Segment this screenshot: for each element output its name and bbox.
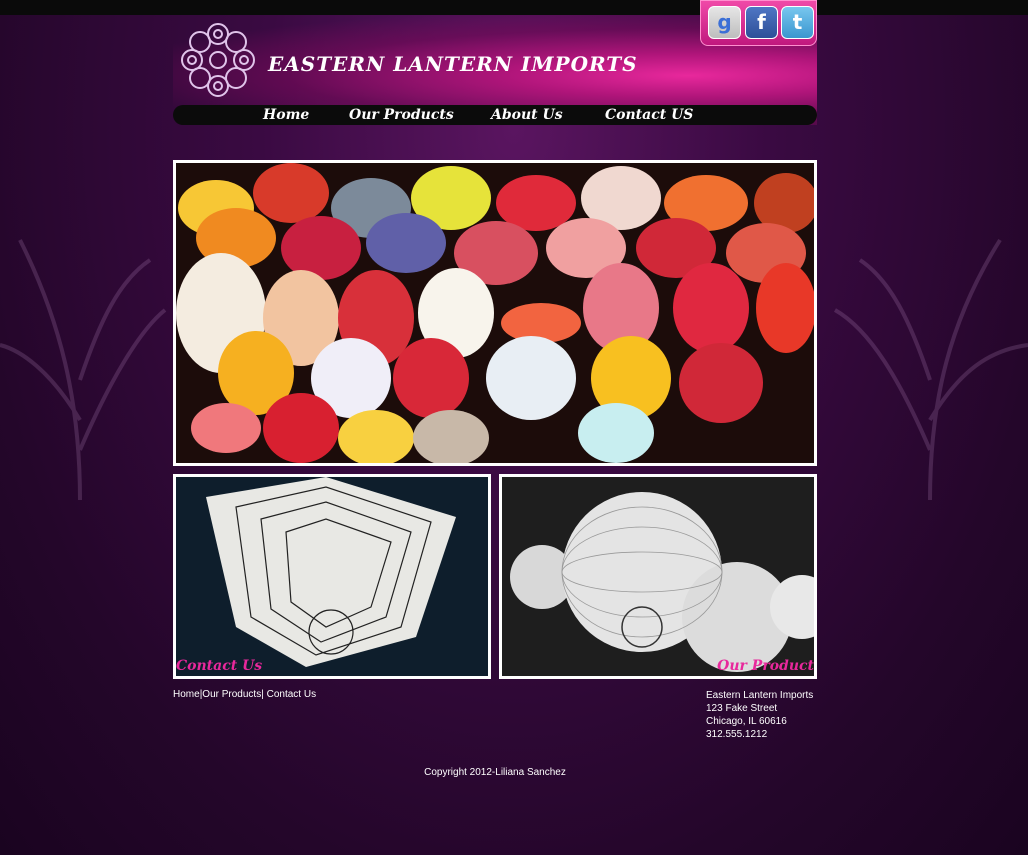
main-nav: Home Our Products About Us Contact US xyxy=(173,105,817,125)
address-phone: 312.555.1212 xyxy=(706,729,768,740)
footer-link-home[interactable]: Home xyxy=(173,689,200,700)
nav-about-us[interactable]: About Us xyxy=(491,105,563,125)
google-plus-icon[interactable]: g xyxy=(708,6,741,39)
hero-lanterns-image xyxy=(173,160,817,466)
footer-link-our-products[interactable]: Our Products xyxy=(202,689,261,700)
tile-label-contact-us[interactable]: Contact Us xyxy=(176,658,262,674)
nav-our-products[interactable]: Our Products xyxy=(349,105,454,125)
address-street: 123 Fake Street xyxy=(706,703,778,714)
footer-link-contact-us[interactable]: Contact Us xyxy=(264,689,316,700)
nav-home[interactable]: Home xyxy=(263,105,309,125)
footer-address: Eastern Lantern Imports 123 Fake Street … xyxy=(706,689,813,741)
copyright-text: Copyright 2012-Liliana Sanchez xyxy=(424,767,566,778)
logo-icon[interactable] xyxy=(176,18,260,102)
social-links: g f t xyxy=(700,0,817,46)
our-product-tile[interactable]: Our Product xyxy=(499,474,817,679)
address-company: Eastern Lantern Imports xyxy=(706,690,814,701)
footer-links: Home|Our Products| Contact Us xyxy=(173,689,316,700)
nav-contact-us[interactable]: Contact US xyxy=(605,105,693,125)
round-lanterns-illustration xyxy=(502,477,814,676)
facebook-icon[interactable]: f xyxy=(745,6,778,39)
tile-label-our-product[interactable]: Our Product xyxy=(717,658,814,674)
address-city: Chicago, IL 60616 xyxy=(706,716,787,727)
top-bar xyxy=(0,0,1028,15)
contact-us-tile[interactable]: Contact Us xyxy=(173,474,491,679)
right-floral-decoration xyxy=(834,238,1028,500)
twitter-icon[interactable]: t xyxy=(781,6,814,39)
site-title: EASTERN LANTERN IMPORTS xyxy=(268,52,638,76)
left-floral-decoration xyxy=(0,239,167,500)
square-lantern-illustration xyxy=(176,477,488,676)
lanterns-illustration xyxy=(176,163,814,463)
